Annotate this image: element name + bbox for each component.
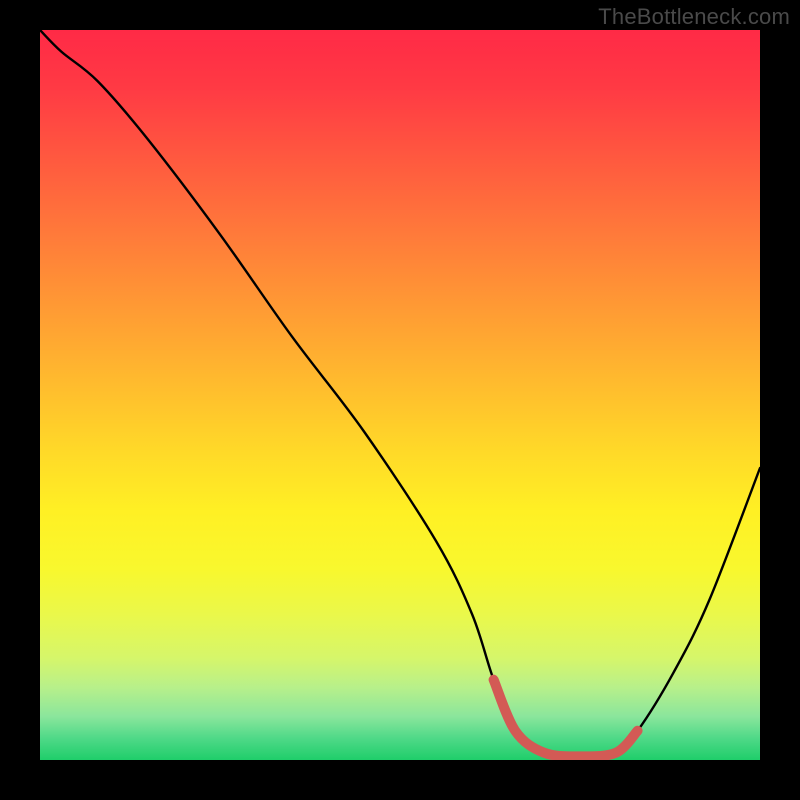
curve-svg [40, 30, 760, 760]
plot-area [40, 30, 760, 760]
chart-frame: TheBottleneck.com [0, 0, 800, 800]
bottleneck-curve [40, 30, 760, 756]
watermark-text: TheBottleneck.com [598, 4, 790, 30]
valley-highlight [494, 680, 638, 757]
